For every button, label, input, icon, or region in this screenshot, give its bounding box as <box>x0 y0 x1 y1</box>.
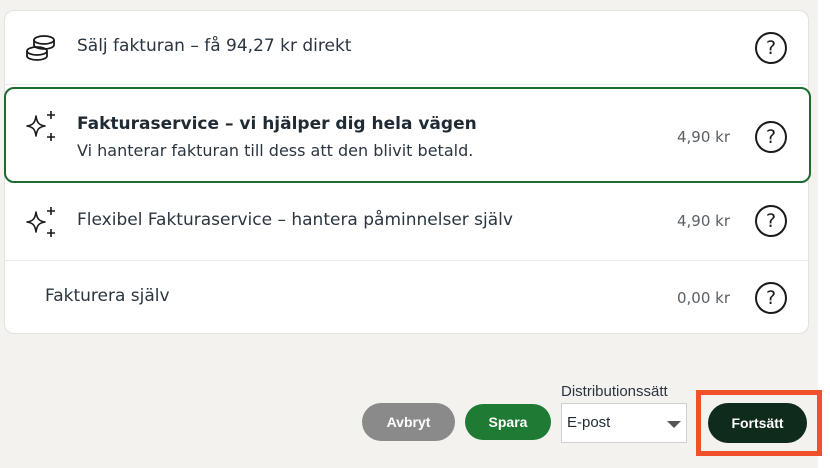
help-icon[interactable]: ? <box>755 32 787 64</box>
option-flexible-invoice-service[interactable]: Flexibel Fakturaservice – hantera påminn… <box>5 185 810 261</box>
help-icon[interactable]: ? <box>755 205 787 237</box>
help-icon[interactable]: ? <box>755 282 787 314</box>
option-sell-invoice[interactable]: Sälj fakturan – få 94,27 kr direkt ? <box>5 11 810 85</box>
option-invoice-service[interactable]: Fakturaservice – vi hjälper dig hela väg… <box>4 87 811 183</box>
help-icon[interactable]: ? <box>755 121 787 153</box>
sparkles-icon <box>25 110 59 148</box>
coins-icon <box>25 33 57 67</box>
cancel-button[interactable]: Avbryt <box>362 403 455 441</box>
option-description: Vi hanterar fakturan till dess att den b… <box>77 141 474 160</box>
sparkles-icon <box>25 206 59 244</box>
option-label: Flexibel Fakturaservice – hantera påminn… <box>77 210 513 230</box>
option-invoice-self[interactable]: Fakturera själv 0,00 kr ? <box>5 262 810 334</box>
save-button[interactable]: Spara <box>465 404 551 440</box>
invoice-options-card: Sälj fakturan – få 94,27 kr direkt ? Fak… <box>4 10 811 334</box>
chevron-down-icon <box>667 421 681 428</box>
option-label: Sälj fakturan – få 94,27 kr direkt <box>77 36 352 56</box>
option-label: Fakturera själv <box>45 286 170 306</box>
option-price: 4,90 kr <box>677 212 731 230</box>
option-price: 0,00 kr <box>677 289 731 307</box>
distribution-label: Distributionssätt <box>561 383 668 400</box>
option-label: Fakturaservice – vi hjälper dig hela väg… <box>77 114 477 134</box>
distribution-select[interactable]: E-post <box>561 403 687 443</box>
option-price: 4,90 kr <box>677 128 731 146</box>
highlight-box <box>696 390 822 456</box>
distribution-value: E-post <box>567 414 611 431</box>
